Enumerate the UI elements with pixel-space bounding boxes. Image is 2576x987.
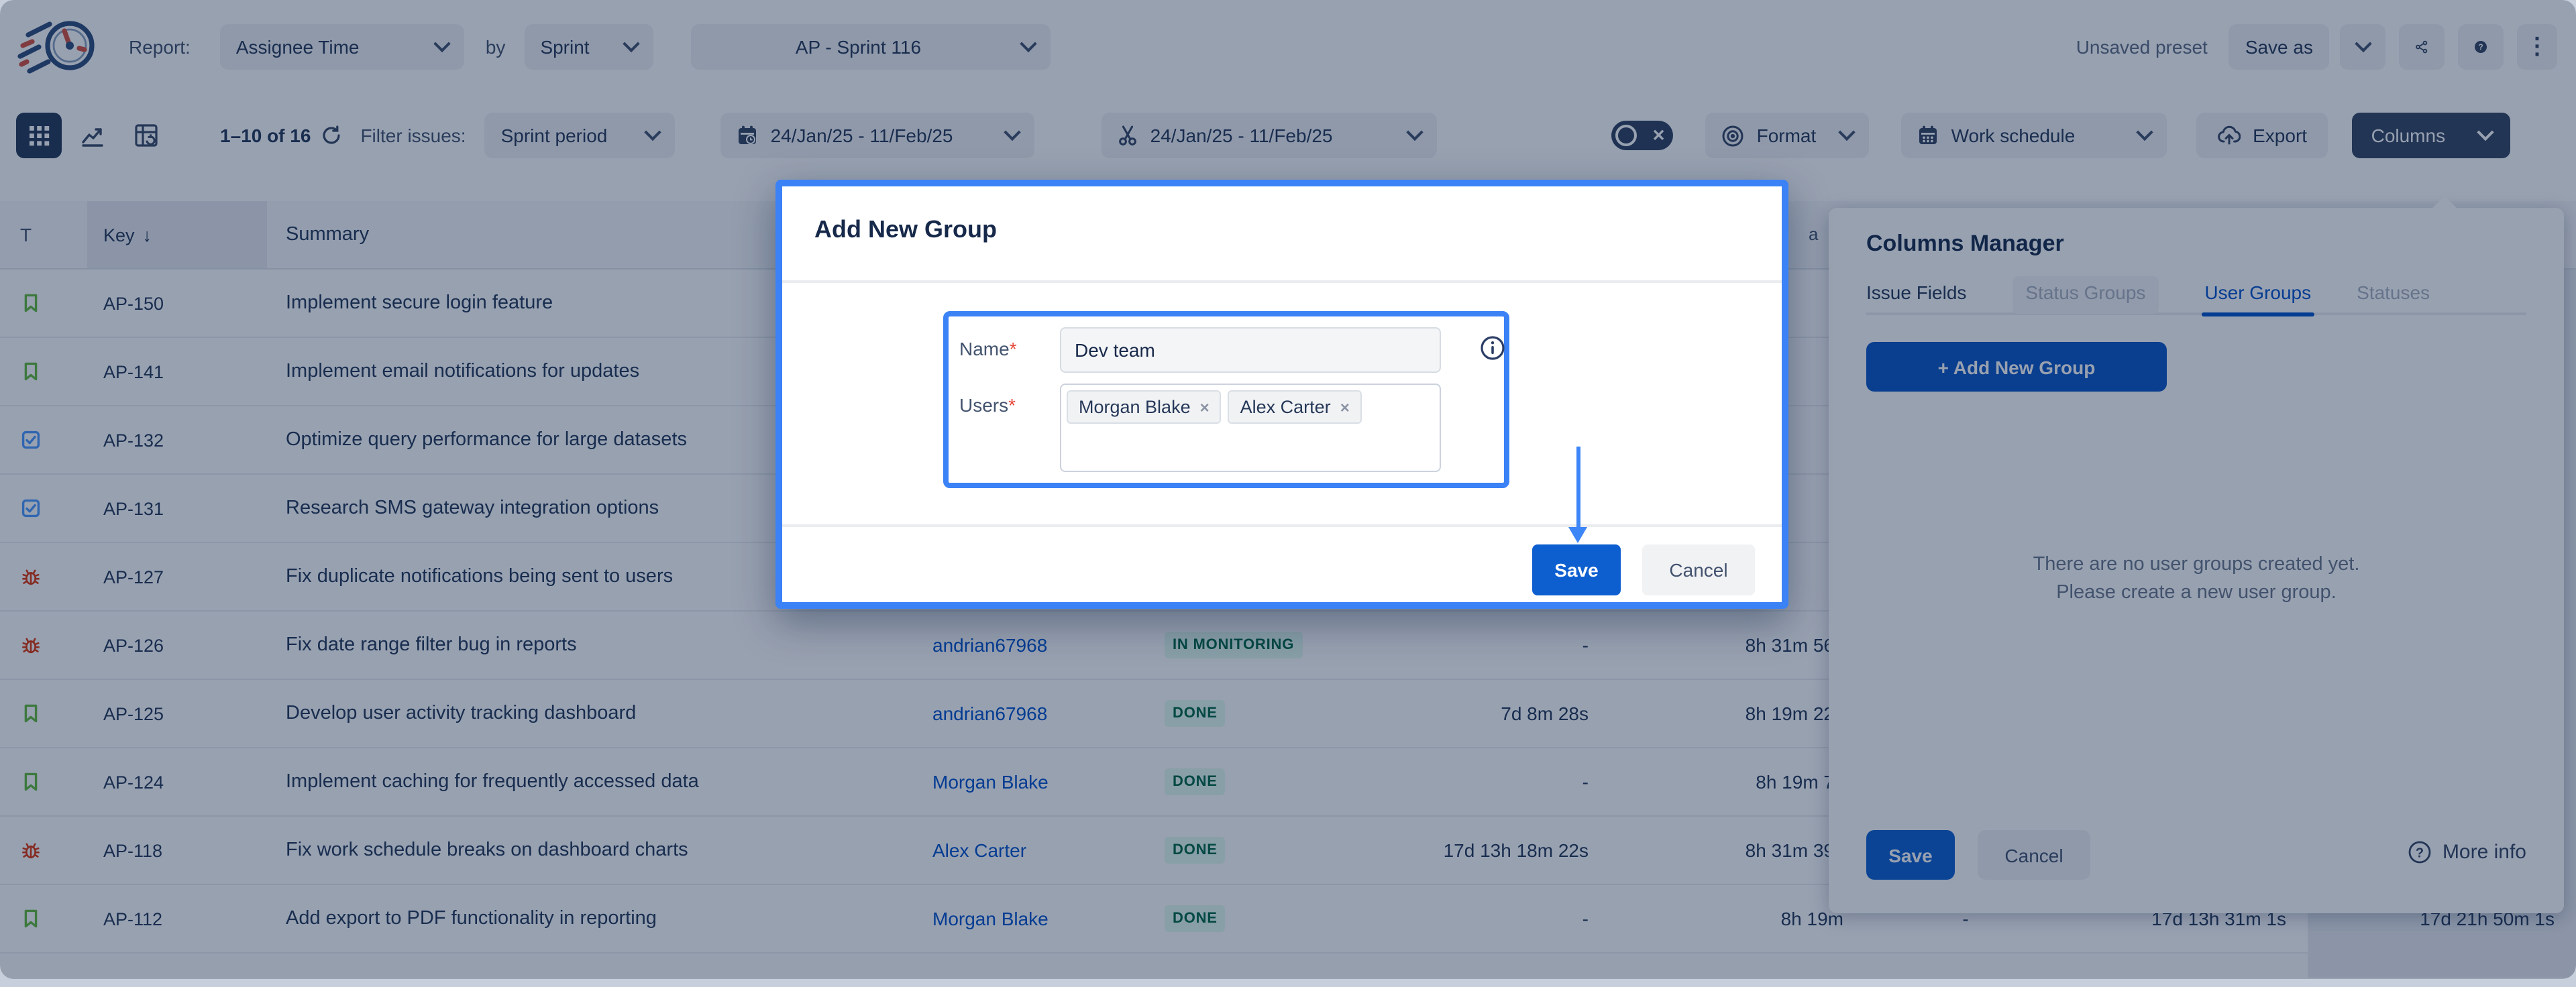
required-asterisk: * xyxy=(1010,338,1017,359)
group-name-input[interactable] xyxy=(1060,327,1441,373)
remove-user-icon[interactable]: × xyxy=(1340,398,1350,416)
user-chip-label: Alex Carter xyxy=(1240,397,1331,417)
modal-title: Add New Group xyxy=(814,216,997,244)
group-users-input[interactable]: Morgan Blake × Alex Carter × xyxy=(1060,384,1441,472)
info-icon[interactable] xyxy=(1480,335,1505,361)
required-asterisk: * xyxy=(1008,394,1016,416)
arrow-head xyxy=(1568,527,1587,543)
modal-cancel-button[interactable]: Cancel xyxy=(1642,544,1755,595)
remove-user-icon[interactable]: × xyxy=(1200,398,1210,416)
user-chip: Morgan Blake × xyxy=(1067,390,1222,424)
modal-save-button[interactable]: Save xyxy=(1532,544,1621,595)
add-new-group-modal: Add New Group Name* Users* Morgan Blake xyxy=(775,180,1788,609)
user-chip-label: Morgan Blake xyxy=(1079,397,1191,417)
app-window: Report: Assignee Time by Sprint AP - Spr… xyxy=(0,0,2576,979)
user-chip: Alex Carter × xyxy=(1228,390,1362,424)
modal-header-divider xyxy=(782,280,1782,283)
highlighted-form-area: Name* Users* Morgan Blake × xyxy=(943,311,1509,488)
modal-footer-divider xyxy=(782,524,1782,527)
pointer-arrow xyxy=(1568,447,1587,546)
users-label: Users* xyxy=(959,394,1016,416)
name-label: Name* xyxy=(959,338,1017,359)
